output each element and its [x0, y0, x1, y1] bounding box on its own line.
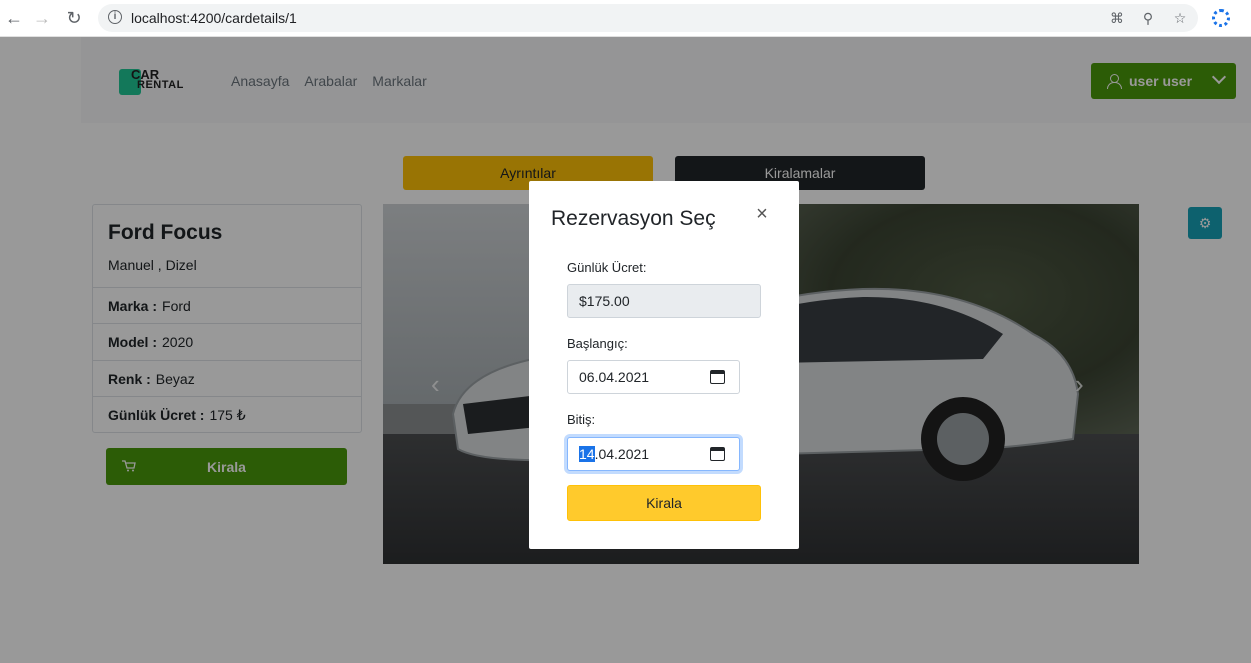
modal-rent-button[interactable]: Kirala	[567, 485, 761, 521]
start-date-input[interactable]: 06.04.2021	[567, 360, 740, 394]
browser-toolbar: ← → ↻ i localhost:4200/cardetails/1 ⌘ ⚲ …	[0, 0, 1251, 37]
translate-icon[interactable]: ⌘	[1108, 9, 1126, 27]
end-date-label: Bitiş:	[567, 412, 596, 427]
end-date-input[interactable]: 14.04.2021	[567, 437, 740, 471]
calendar-icon[interactable]	[710, 370, 725, 384]
daily-fee-value: $175.00	[579, 293, 630, 309]
close-icon[interactable]: ×	[753, 204, 771, 224]
back-arrow-icon[interactable]: ←	[2, 6, 26, 30]
daily-fee-label: Günlük Ücret:	[567, 260, 647, 275]
info-icon[interactable]: i	[108, 10, 122, 24]
reload-icon[interactable]: ↻	[62, 6, 86, 30]
start-date-label: Başlangıç:	[567, 336, 628, 351]
zoom-icon[interactable]: ⚲	[1139, 9, 1157, 27]
modal-title: Rezervasyon Seç	[551, 207, 716, 230]
url-text[interactable]: localhost:4200/cardetails/1	[131, 10, 297, 26]
reservation-modal: Rezervasyon Seç × Günlük Ücret: $175.00 …	[529, 181, 799, 549]
end-date-day-selected: 14	[579, 446, 595, 462]
star-icon[interactable]: ☆	[1171, 9, 1189, 27]
forward-arrow-icon[interactable]: →	[30, 6, 54, 30]
end-date-rest: .04.2021	[594, 446, 650, 462]
start-date-value: 06.04.2021	[579, 369, 650, 385]
calendar-icon[interactable]	[710, 447, 725, 461]
daily-fee-field: $175.00	[567, 284, 761, 318]
address-bar[interactable]: i localhost:4200/cardetails/1 ⌘ ⚲ ☆	[98, 4, 1198, 32]
extension-icon[interactable]	[1212, 9, 1230, 27]
